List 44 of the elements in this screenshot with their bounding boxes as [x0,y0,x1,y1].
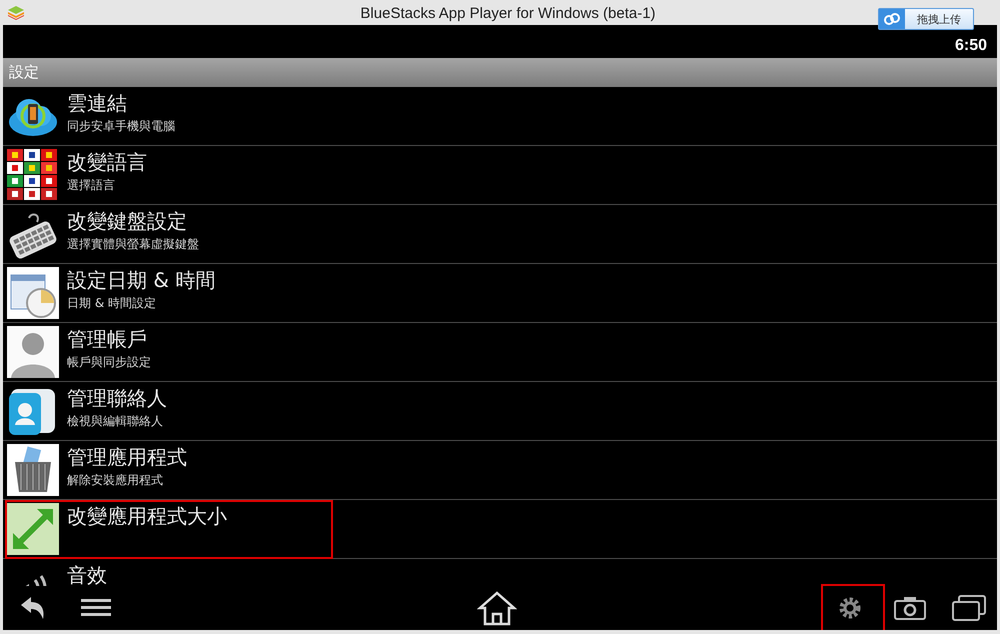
window-title: BlueStacks App Player for Windows (beta-1) [360,5,656,22]
item-title: 改變語言 [67,150,147,174]
item-title: 設定日期 & 時間 [67,268,216,292]
menu-icon [81,598,111,618]
item-title: 改變應用程式大小 [67,504,227,528]
item-subtitle: 帳戶與同步設定 [67,354,151,370]
settings-item[interactable]: 管理帳戶 帳戶與同步設定 [3,323,997,382]
item-subtitle: 解除安裝應用程式 [67,472,164,488]
item-title: 音效 [67,563,107,586]
item-subtitle: 同步安卓手機與電腦 [67,118,175,134]
clock: 6:50 [954,37,987,55]
settings-item[interactable]: 改變鍵盤設定 選擇實體與螢幕虛擬鍵盤 [3,205,997,264]
upload-button[interactable]: 拖拽上传 [878,8,974,30]
item-title: 管理應用程式 [67,445,187,469]
item-subtitle: 檢視與編輯聯絡人 [67,413,164,429]
item-title: 管理聯絡人 [67,386,167,410]
settings-item[interactable]: 設定日期 & 時間 日期 & 時間設定 [3,264,997,323]
item-title: 管理帳戶 [67,327,148,351]
flags-icon [7,149,59,201]
trash-bin-icon [7,444,59,496]
item-title: 改變鍵盤設定 [67,209,188,233]
item-subtitle: 選擇語言 [67,177,116,193]
settings-item[interactable]: 管理聯絡人 檢視與編輯聯絡人 [3,382,997,441]
settings-icon [838,596,862,620]
header-title: 設定 [9,63,39,82]
stacked-windows-icon [952,595,986,621]
menu-button[interactable] [81,598,111,618]
settings-item[interactable]: 管理應用程式 解除安裝應用程式 [3,441,997,500]
item-title: 雲連結 [67,91,128,115]
windows-button[interactable] [952,595,986,621]
app-logo-icon [8,6,24,20]
camera-icon [894,596,926,620]
calendar-clock-icon [7,267,59,319]
cloud-icon [883,12,901,26]
camera-button[interactable] [894,596,926,620]
home-icon [477,590,517,626]
settings-button[interactable] [838,596,862,620]
item-subtitle: 選擇實體與螢幕虛擬鍵盤 [67,236,199,252]
settings-item[interactable]: 改變語言 選擇語言 [3,146,997,205]
settings-item[interactable]: 改變應用程式大小 [3,500,997,559]
item-subtitle: 日期 & 時間設定 [67,295,157,311]
home-button[interactable] [477,590,517,626]
settings-item[interactable]: 雲連結 同步安卓手機與電腦 [3,87,997,146]
person-silhouette-icon [7,326,59,378]
